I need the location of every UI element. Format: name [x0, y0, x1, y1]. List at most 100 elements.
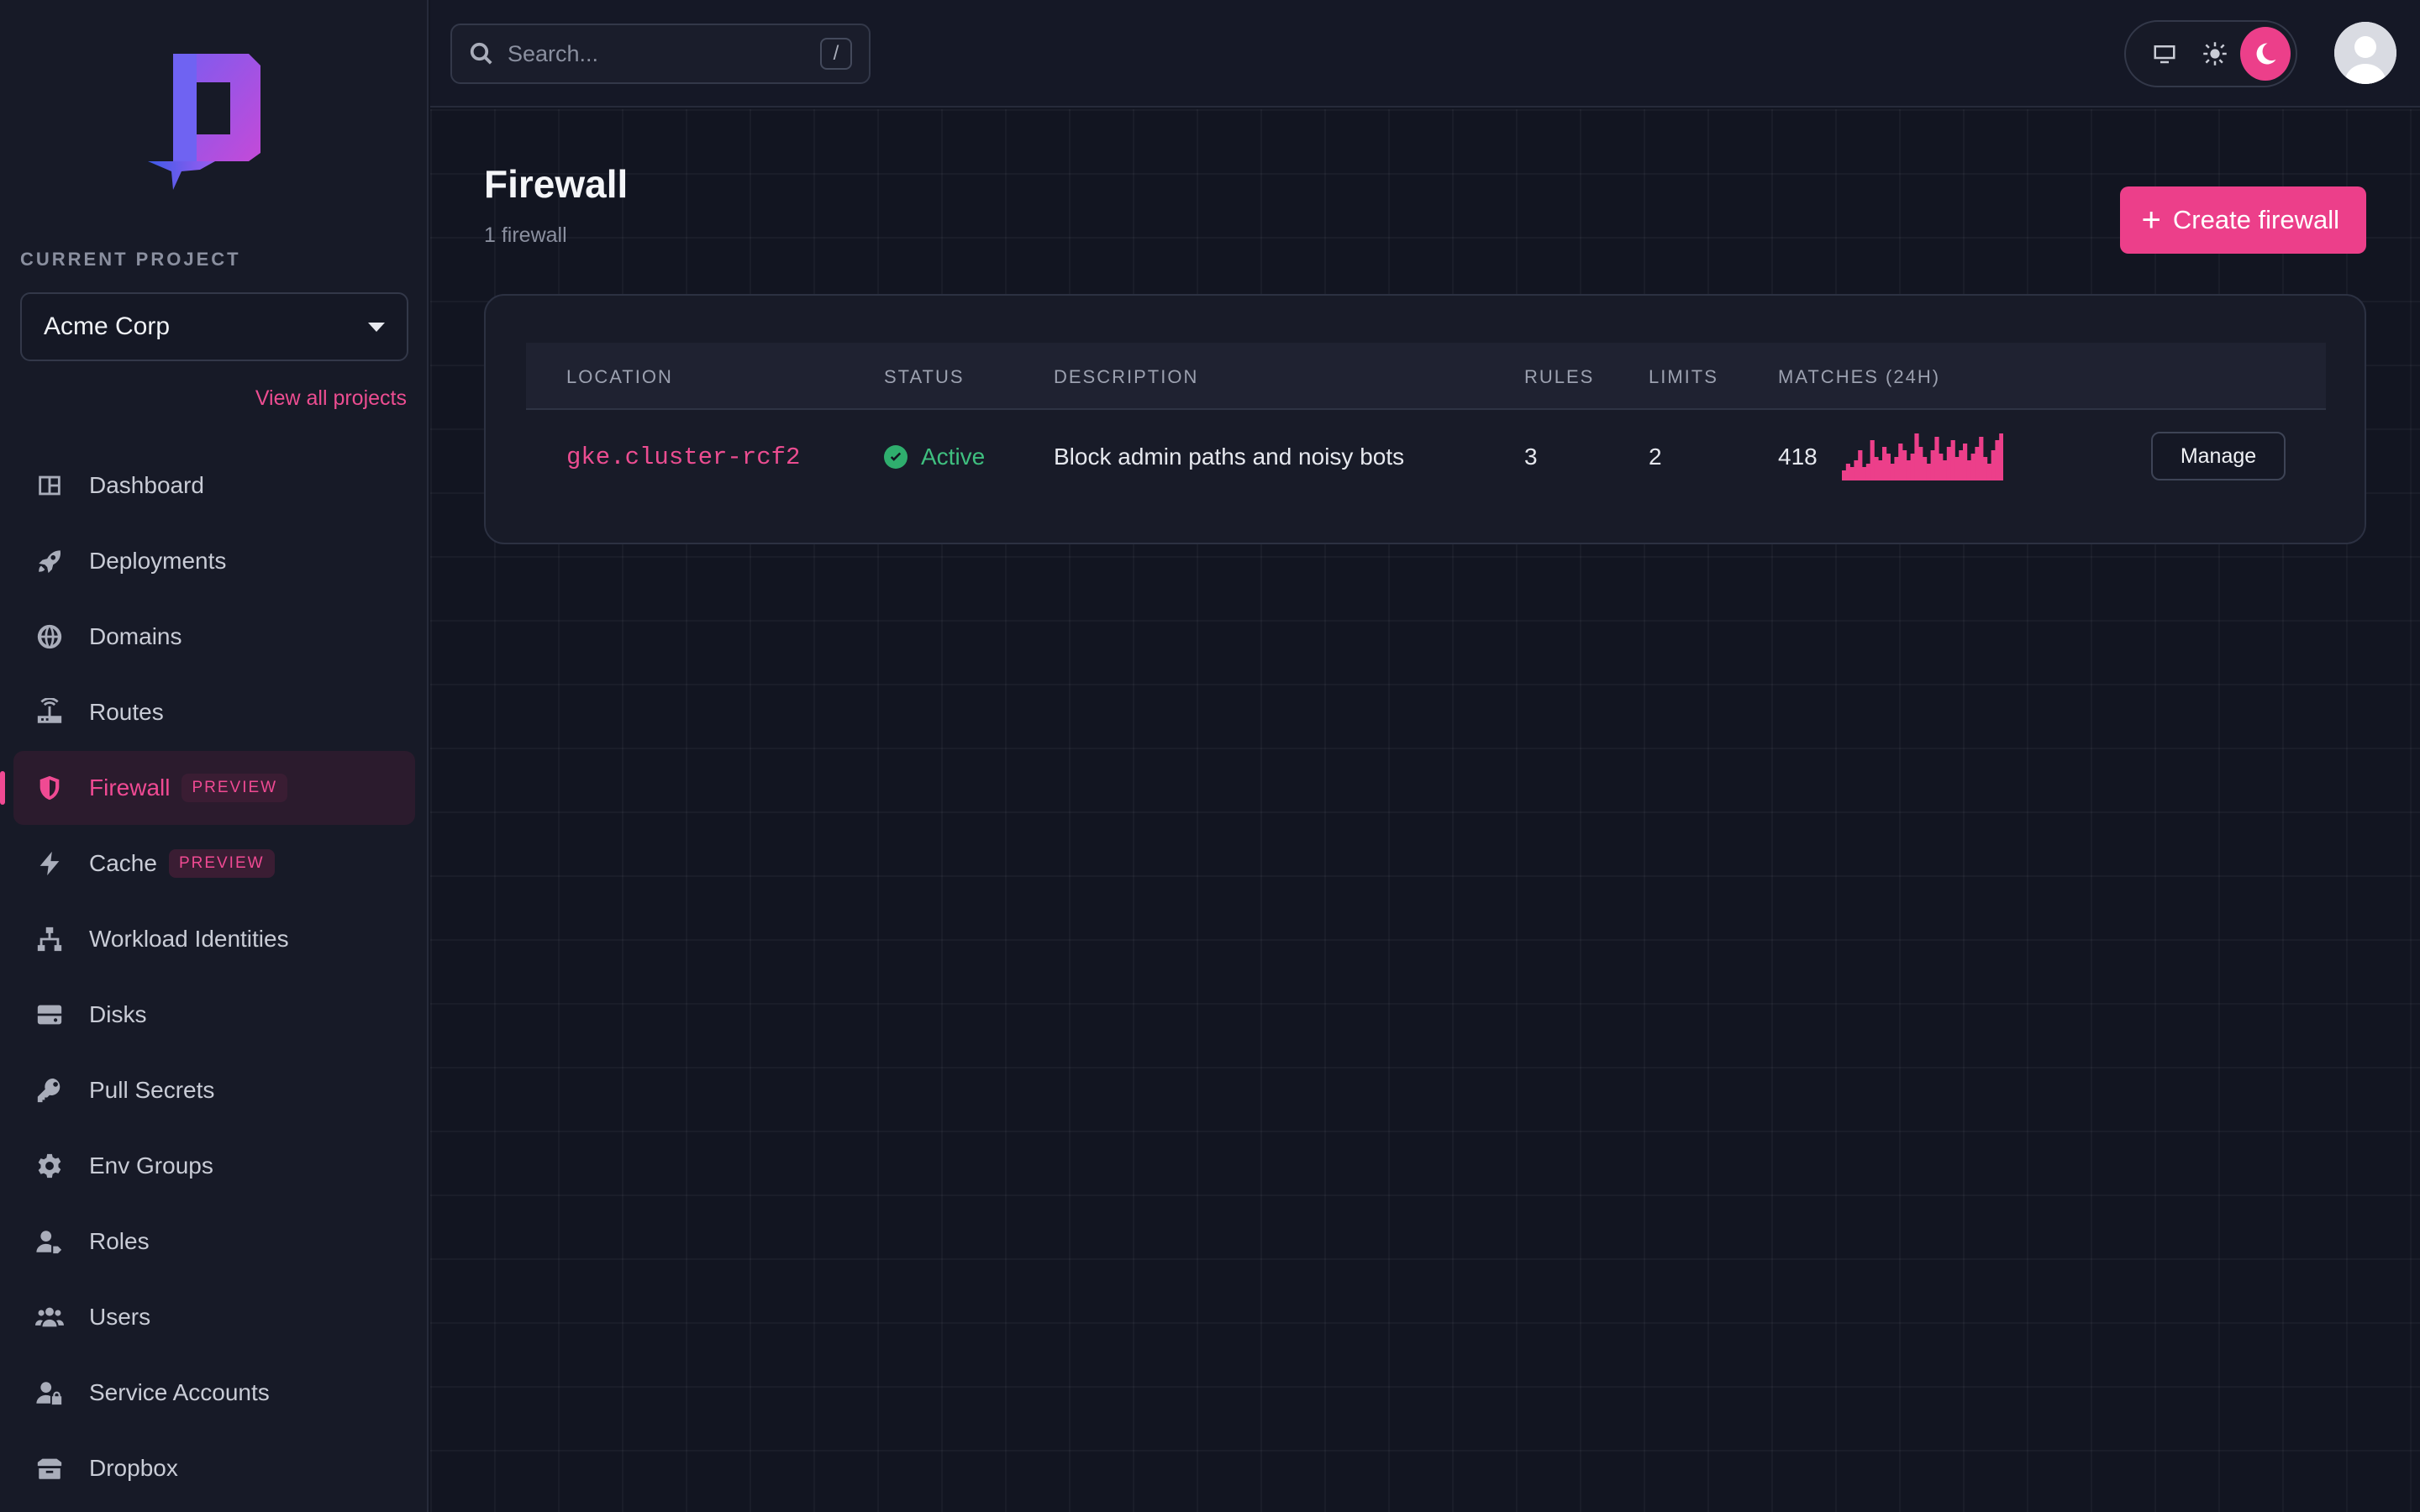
theme-light-button[interactable]: [2190, 27, 2240, 81]
user-tag-icon: [35, 1227, 64, 1256]
sparkline-bar: [1970, 454, 1975, 480]
sparkline-bar: [1906, 460, 1911, 480]
sidebar-item-dashboard[interactable]: Dashboard: [13, 449, 415, 522]
sidebar-item-roles[interactable]: Roles: [13, 1205, 415, 1278]
monitor-icon: [2154, 45, 2175, 64]
sparkline-bar: [1975, 447, 1980, 480]
sidebar-item-label: Env Groups: [89, 1152, 213, 1179]
matches-sparkline: [1842, 433, 2003, 480]
sidebar-item-deployments[interactable]: Deployments: [13, 524, 415, 598]
sparkline-bar: [1939, 454, 1944, 480]
sparkline-bar: [1926, 464, 1931, 480]
sparkline-bar: [1854, 460, 1859, 480]
sparkline-bar: [1910, 454, 1915, 480]
sidebar-item-disks[interactable]: Disks: [13, 978, 415, 1052]
user-avatar-icon: [2334, 22, 2396, 84]
app-root: CURRENT PROJECT Acme Corp View all proje…: [0, 0, 2420, 1512]
sparkline-bar: [1858, 450, 1863, 480]
project-name: Acme Corp: [44, 312, 171, 340]
sparkline-bar: [1845, 464, 1850, 480]
sidebar-nav: Dashboard Deployments Domains Routes Fir…: [0, 449, 415, 1507]
sidebar-item-domains[interactable]: Domains: [13, 600, 415, 674]
sidebar-item-label: Pull Secrets: [89, 1077, 215, 1103]
avatar[interactable]: [2334, 22, 2396, 84]
sparkline-bar: [1999, 433, 2003, 480]
column-header-status: STATUS: [884, 366, 965, 387]
table-header: LOCATION STATUS DESCRIPTION RULES LIMITS…: [526, 343, 2326, 410]
sparkline-bar: [1934, 437, 1939, 480]
bolt-icon: [35, 849, 64, 878]
sparkline-bar: [1959, 450, 1964, 480]
sidebar-item-dropbox[interactable]: Dropbox: [13, 1431, 415, 1505]
sidebar-item-env-groups[interactable]: Env Groups: [13, 1129, 415, 1203]
sidebar-item-workload-identities[interactable]: Workload Identities: [13, 902, 415, 976]
project-label: CURRENT PROJECT: [20, 249, 241, 270]
status-badge: Active: [884, 444, 985, 470]
user-lock-icon: [35, 1378, 64, 1407]
sparkline-bar: [1966, 460, 1971, 480]
theme-toggle: [2124, 20, 2297, 87]
sidebar-item-service-accounts[interactable]: Service Accounts: [13, 1356, 415, 1430]
sparkline-bar: [1950, 440, 1955, 480]
sidebar-item-label: Workload Identities: [89, 926, 289, 952]
preview-badge: PREVIEW: [168, 849, 275, 878]
sparkline-bar: [1954, 457, 1960, 480]
theme-dark-button[interactable]: [2240, 27, 2291, 81]
globe-icon: [35, 622, 64, 651]
column-header-matches: MATCHES (24H): [1778, 366, 1941, 387]
sidebar-item-label: Users: [89, 1304, 151, 1330]
sparkline-bar: [1930, 450, 1935, 480]
theme-system-button[interactable]: [2139, 27, 2190, 81]
create-firewall-label: Create firewall: [2172, 205, 2339, 234]
sidebar-item-firewall[interactable]: Firewall PREVIEW: [0, 751, 415, 825]
sidebar-item-routes[interactable]: Routes: [13, 675, 415, 749]
sidebar-item-label: Cache: [89, 850, 157, 876]
sparkline-bar: [1870, 440, 1875, 480]
sidebar-item-label: Deployments: [89, 548, 227, 574]
search-icon: [470, 42, 492, 65]
sidebar-item-label: Roles: [89, 1228, 150, 1254]
sidebar: CURRENT PROJECT Acme Corp View all proje…: [0, 0, 429, 1512]
search-input[interactable]: [508, 40, 820, 67]
moon-icon: [2256, 43, 2276, 65]
sparkline-bar: [1979, 437, 1984, 480]
disk-icon: [35, 1000, 64, 1029]
sparkline-bar: [1963, 444, 1968, 480]
sun-icon: [2203, 42, 2227, 66]
sidebar-item-label: Dropbox: [89, 1455, 178, 1481]
sparkline-bar: [1849, 467, 1854, 480]
dashboard-icon: [35, 471, 64, 500]
manage-button[interactable]: Manage: [2151, 432, 2286, 480]
sidebar-item-label: Routes: [89, 699, 164, 725]
create-firewall-button[interactable]: + Create firewall: [2119, 186, 2366, 254]
sparkline-bar: [1923, 457, 1928, 480]
search-box[interactable]: /: [450, 24, 871, 84]
column-header-location: LOCATION: [566, 366, 673, 387]
sparkline-bar: [1983, 457, 1988, 480]
preview-badge: PREVIEW: [182, 774, 288, 802]
active-indicator: [0, 771, 5, 805]
sidebar-item-label: Firewall: [89, 774, 171, 801]
router-icon: [35, 698, 64, 727]
sparkline-bar: [1898, 444, 1903, 480]
view-all-projects-link[interactable]: View all projects: [255, 386, 407, 411]
sidebar-item-users[interactable]: Users: [13, 1280, 415, 1354]
sparkline-bar: [1918, 447, 1923, 480]
shield-icon: [35, 774, 64, 802]
sidebar-item-cache[interactable]: Cache PREVIEW: [13, 827, 415, 900]
sparkline-bar: [1914, 433, 1919, 480]
project-select[interactable]: Acme Corp: [20, 292, 408, 361]
sparkline-bar: [1878, 460, 1883, 480]
sparkline-bar: [1894, 457, 1899, 480]
check-circle-icon: [884, 445, 908, 469]
column-header-description: DESCRIPTION: [1054, 366, 1199, 387]
limits-cell: 2: [1649, 444, 1662, 470]
search-shortcut: /: [820, 38, 852, 70]
table-row: gke.cluster-rcf2 Active Block admin path…: [526, 412, 2326, 499]
sparkline-bar: [1946, 447, 1951, 480]
sidebar-item-pull-secrets[interactable]: Pull Secrets: [13, 1053, 415, 1127]
network-icon: [35, 925, 64, 953]
location-link[interactable]: gke.cluster-rcf2: [566, 444, 800, 471]
sidebar-item-label: Disks: [89, 1001, 147, 1027]
sparkline-bar: [1991, 450, 1996, 480]
